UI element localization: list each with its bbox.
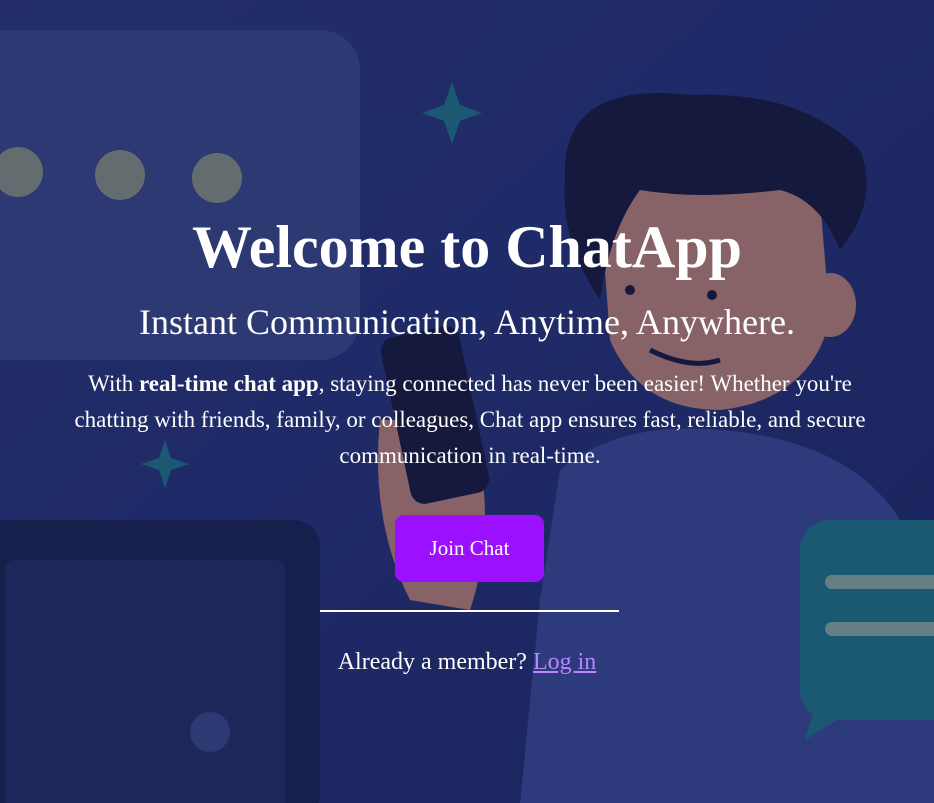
hero-section: Welcome to ChatApp Instant Communication… bbox=[0, 0, 934, 803]
hero-description: With real-time chat app, staying connect… bbox=[70, 366, 870, 474]
member-prompt-text: Already a member? bbox=[337, 649, 533, 675]
page-title: Welcome to ChatApp bbox=[192, 214, 742, 280]
page-subtitle: Instant Communication, Anytime, Anywhere… bbox=[139, 302, 795, 342]
join-chat-button[interactable]: Join Chat bbox=[395, 515, 544, 582]
login-prompt: Already a member? Log in bbox=[0, 645, 934, 679]
divider bbox=[320, 610, 619, 612]
description-highlight: real-time chat app bbox=[138, 371, 319, 396]
login-link[interactable]: Log in bbox=[533, 649, 596, 675]
description-prefix: With bbox=[88, 371, 139, 396]
